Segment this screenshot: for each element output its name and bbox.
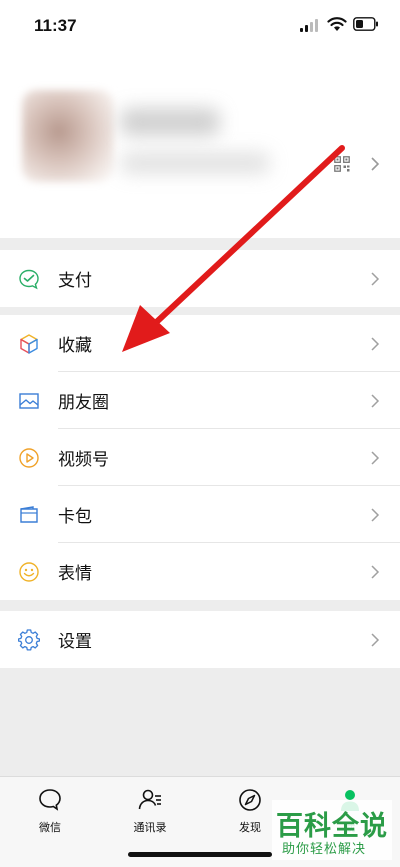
battery-icon bbox=[353, 17, 378, 31]
pay-icon bbox=[19, 269, 39, 289]
chevron-right-icon bbox=[371, 507, 380, 522]
menu-item-stickers[interactable]: 表情 bbox=[0, 543, 400, 600]
menu-item-label: 表情 bbox=[58, 564, 92, 583]
profile-id-blurred bbox=[120, 152, 270, 174]
menu-item-label: 朋友圈 bbox=[58, 393, 109, 412]
tab-contacts[interactable]: 通讯录 bbox=[100, 777, 200, 837]
status-bar: 11:37 bbox=[0, 0, 400, 52]
chevron-right-icon bbox=[371, 271, 380, 286]
chevron-right-icon bbox=[371, 564, 380, 579]
contacts-icon bbox=[138, 789, 161, 810]
menu-group-pay: 支付 bbox=[0, 250, 400, 307]
tab-label: 通讯录 bbox=[133, 822, 167, 834]
home-indicator bbox=[128, 852, 272, 857]
tab-chats[interactable]: 微信 bbox=[0, 777, 100, 837]
tab-label: 微信 bbox=[39, 822, 61, 834]
menu-item-settings[interactable]: 设置 bbox=[0, 611, 400, 668]
wifi-icon bbox=[327, 17, 347, 31]
status-time: 11:37 bbox=[34, 16, 77, 35]
menu-item-label: 设置 bbox=[58, 632, 92, 651]
avatar[interactable] bbox=[22, 90, 114, 182]
menu-group-main: 收藏 朋友圈 视频号 卡包 表情 bbox=[0, 315, 400, 600]
profile-header[interactable] bbox=[0, 52, 400, 238]
card-wallet-icon bbox=[20, 505, 38, 523]
menu-item-label: 收藏 bbox=[58, 336, 92, 355]
menu-item-card-wallet[interactable]: 卡包 bbox=[0, 486, 400, 543]
favorites-cube-icon bbox=[20, 333, 38, 354]
chevron-right-icon bbox=[371, 393, 380, 408]
signal-icon bbox=[300, 19, 318, 32]
chevron-right-icon bbox=[371, 450, 380, 465]
menu-item-channels[interactable]: 视频号 bbox=[0, 429, 400, 486]
watermark-logo: 百科全说 助你轻松解决 bbox=[272, 800, 392, 860]
profile-name-blurred bbox=[120, 108, 220, 136]
menu-item-label: 视频号 bbox=[58, 450, 109, 469]
smiley-icon bbox=[19, 561, 39, 582]
watermark-subtitle: 助你轻松解决 bbox=[282, 841, 367, 856]
moments-picture-icon bbox=[19, 392, 39, 409]
chat-bubble-icon bbox=[39, 789, 61, 811]
menu-item-favorites[interactable]: 收藏 bbox=[0, 315, 400, 372]
chevron-right-icon bbox=[371, 632, 380, 647]
status-icons bbox=[300, 16, 380, 36]
compass-icon bbox=[239, 789, 261, 811]
qr-code-icon[interactable] bbox=[334, 156, 350, 172]
menu-group-settings: 设置 bbox=[0, 611, 400, 668]
menu-item-label: 支付 bbox=[58, 271, 92, 290]
chevron-right-icon[interactable] bbox=[370, 156, 380, 172]
gear-icon bbox=[18, 628, 40, 651]
channels-play-icon bbox=[19, 447, 39, 468]
chevron-right-icon bbox=[371, 336, 380, 351]
menu-item-label: 卡包 bbox=[58, 507, 92, 526]
menu-item-pay[interactable]: 支付 bbox=[0, 250, 400, 307]
menu-item-moments[interactable]: 朋友圈 bbox=[0, 372, 400, 429]
